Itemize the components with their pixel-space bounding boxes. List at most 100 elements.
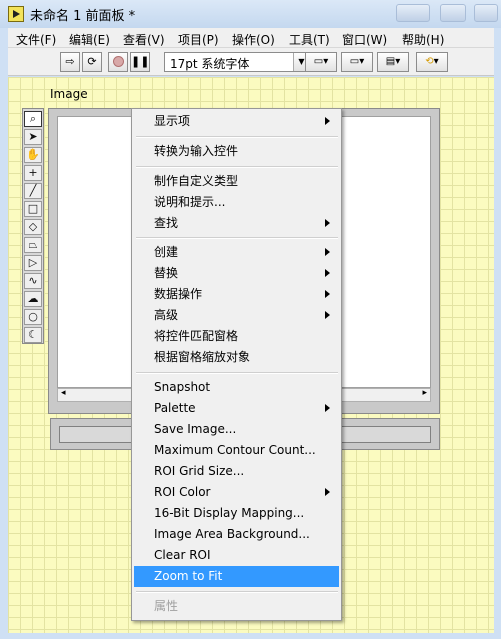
window-title-bar: 未命名 1 前面板 * bbox=[0, 0, 501, 28]
submenu-arrow-icon bbox=[325, 269, 330, 277]
line-icon[interactable]: ╱ bbox=[24, 183, 42, 199]
submenu-arrow-icon bbox=[325, 290, 330, 298]
pause-icon[interactable]: ❚❚ bbox=[130, 52, 150, 72]
submenu-arrow-icon bbox=[325, 219, 330, 227]
menu-item-snapshot[interactable]: Snapshot bbox=[134, 377, 339, 398]
labview-app-icon bbox=[8, 6, 24, 22]
annulus-icon[interactable]: ▷ bbox=[24, 255, 42, 271]
menu-item-image-area-background[interactable]: Image Area Background... bbox=[134, 524, 339, 545]
submenu-arrow-icon bbox=[325, 311, 330, 319]
image-tool-palette: ⌕ ➤ ✋ + ╱ □ ◇ ⏢ ▷ ∿ ☁ ○ ☾ bbox=[22, 108, 44, 344]
menu-item-fit-control-to-pane[interactable]: 将控件匹配窗格 bbox=[134, 326, 339, 347]
menu-item-label: Maximum Contour Count... bbox=[154, 443, 316, 457]
menu-item-visible-items[interactable]: 显示项 bbox=[134, 111, 339, 132]
menu-item-save-image[interactable]: Save Image... bbox=[134, 419, 339, 440]
menu-item-label: Image Area Background... bbox=[154, 527, 310, 541]
run-continuously-icon[interactable]: ⟳ bbox=[82, 52, 102, 72]
menu-window[interactable]: 窗口(W) bbox=[342, 31, 387, 48]
distribute-icon[interactable]: ▭▾ bbox=[341, 52, 373, 72]
scroll-left-icon[interactable]: ◂ bbox=[61, 388, 66, 398]
menu-item-clear-roi[interactable]: Clear ROI bbox=[134, 545, 339, 566]
menu-separator bbox=[136, 372, 338, 374]
zoom-icon[interactable]: ⌕ bbox=[24, 111, 42, 127]
freehand-region-icon[interactable]: ☁ bbox=[24, 291, 42, 307]
menu-separator bbox=[136, 591, 338, 593]
menu-item-label: 制作自定义类型 bbox=[154, 174, 239, 188]
background-window-button bbox=[396, 4, 430, 22]
menu-tools[interactable]: 工具(T) bbox=[289, 31, 330, 48]
scroll-right-icon[interactable]: ▸ bbox=[422, 388, 427, 398]
font-select-value: 17pt 系统字体 bbox=[170, 57, 250, 71]
menu-item-label: 说明和提示... bbox=[154, 195, 226, 209]
menu-item-label: 创建 bbox=[154, 245, 179, 259]
menu-item-label: Palette bbox=[154, 401, 196, 415]
abort-icon[interactable] bbox=[108, 52, 128, 72]
run-arrow-icon[interactable]: ⇨ bbox=[60, 52, 80, 72]
menu-item-scale-object-with-pane[interactable]: 根据窗格缩放对象 bbox=[134, 347, 339, 368]
menu-item-label: Save Image... bbox=[154, 422, 237, 436]
menu-help[interactable]: 帮助(H) bbox=[402, 31, 444, 48]
context-menu: 显示项 转换为输入控件 制作自定义类型 说明和提示... 查找 创建 替换 数据… bbox=[131, 108, 342, 621]
submenu-arrow-icon bbox=[325, 117, 330, 125]
arrow-select-icon[interactable]: ➤ bbox=[24, 129, 42, 145]
menu-file[interactable]: 文件(F) bbox=[16, 31, 56, 48]
menu-item-label: 将控件匹配窗格 bbox=[154, 329, 239, 343]
menu-item-roi-color[interactable]: ROI Color bbox=[134, 482, 339, 503]
oval-icon[interactable]: ○ bbox=[24, 309, 42, 325]
window-title: 未命名 1 前面板 * bbox=[30, 9, 136, 24]
background-window-button bbox=[440, 4, 466, 22]
polygon-icon[interactable]: ⏢ bbox=[24, 237, 42, 253]
submenu-arrow-icon bbox=[325, 488, 330, 496]
menu-separator bbox=[136, 166, 338, 168]
menu-item-data-operations[interactable]: 数据操作 bbox=[134, 284, 339, 305]
menu-item-label: 根据窗格缩放对象 bbox=[154, 350, 251, 364]
menu-bar: 文件(F) 编辑(E) 查看(V) 项目(P) 操作(O) 工具(T) 窗口(W… bbox=[8, 28, 494, 48]
menu-item-description-tip[interactable]: 说明和提示... bbox=[134, 192, 339, 213]
submenu-arrow-icon bbox=[325, 404, 330, 412]
menu-item-label: 转换为输入控件 bbox=[154, 144, 239, 158]
image-control-label: Image bbox=[50, 87, 88, 101]
menu-item-label: 16-Bit Display Mapping... bbox=[154, 506, 305, 520]
rotated-rectangle-icon[interactable]: ◇ bbox=[24, 219, 42, 235]
menu-item-find[interactable]: 查找 bbox=[134, 213, 339, 234]
reorder-icon[interactable]: ⟲▾ bbox=[416, 52, 448, 72]
menu-item-label: 替换 bbox=[154, 266, 179, 280]
menu-item-create[interactable]: 创建 bbox=[134, 242, 339, 263]
menu-item-roi-grid-size[interactable]: ROI Grid Size... bbox=[134, 461, 339, 482]
menu-item-palette[interactable]: Palette bbox=[134, 398, 339, 419]
menu-item-replace[interactable]: 替换 bbox=[134, 263, 339, 284]
resize-icon[interactable]: ▤▾ bbox=[377, 52, 409, 72]
menu-item-label: 高级 bbox=[154, 308, 179, 322]
menu-project[interactable]: 项目(P) bbox=[178, 31, 219, 48]
menu-item-label: 显示项 bbox=[154, 114, 191, 128]
pan-hand-icon[interactable]: ✋ bbox=[24, 147, 42, 163]
freehand-icon[interactable]: ∿ bbox=[24, 273, 42, 289]
menu-item-max-contour-count[interactable]: Maximum Contour Count... bbox=[134, 440, 339, 461]
menu-edit[interactable]: 编辑(E) bbox=[69, 31, 110, 48]
menu-item-16bit-display-mapping[interactable]: 16-Bit Display Mapping... bbox=[134, 503, 339, 524]
menu-item-advanced[interactable]: 高级 bbox=[134, 305, 339, 326]
menu-item-label: ROI Grid Size... bbox=[154, 464, 245, 478]
menu-item-properties[interactable]: 属性 bbox=[134, 596, 339, 617]
menu-item-label: Zoom to Fit bbox=[154, 569, 223, 583]
menu-item-label: 查找 bbox=[154, 216, 179, 230]
font-select[interactable]: 17pt 系统字体 ▼ bbox=[164, 52, 310, 72]
align-icon[interactable]: ▭▾ bbox=[305, 52, 337, 72]
menu-view[interactable]: 查看(V) bbox=[123, 31, 165, 48]
broken-line-icon[interactable]: ☾ bbox=[24, 327, 42, 343]
menu-item-make-type-def[interactable]: 制作自定义类型 bbox=[134, 171, 339, 192]
rectangle-icon[interactable]: □ bbox=[24, 201, 42, 217]
menu-operate[interactable]: 操作(O) bbox=[232, 31, 275, 48]
point-icon[interactable]: + bbox=[24, 165, 42, 181]
submenu-arrow-icon bbox=[325, 248, 330, 256]
menu-item-label: Clear ROI bbox=[154, 548, 211, 562]
menu-item-change-to-control[interactable]: 转换为输入控件 bbox=[134, 141, 339, 162]
menu-item-label: Snapshot bbox=[154, 380, 211, 394]
menu-separator bbox=[136, 136, 338, 138]
menu-item-label: 属性 bbox=[154, 599, 179, 613]
background-window-button bbox=[474, 4, 498, 22]
toolbar: ⇨ ⟳ ❚❚ 17pt 系统字体 ▼ ▭▾ ▭▾ ▤▾ ⟲▾ bbox=[8, 48, 494, 76]
menu-item-zoom-to-fit[interactable]: Zoom to Fit bbox=[134, 566, 339, 587]
menu-item-label: ROI Color bbox=[154, 485, 211, 499]
menu-item-label: 数据操作 bbox=[154, 287, 203, 301]
